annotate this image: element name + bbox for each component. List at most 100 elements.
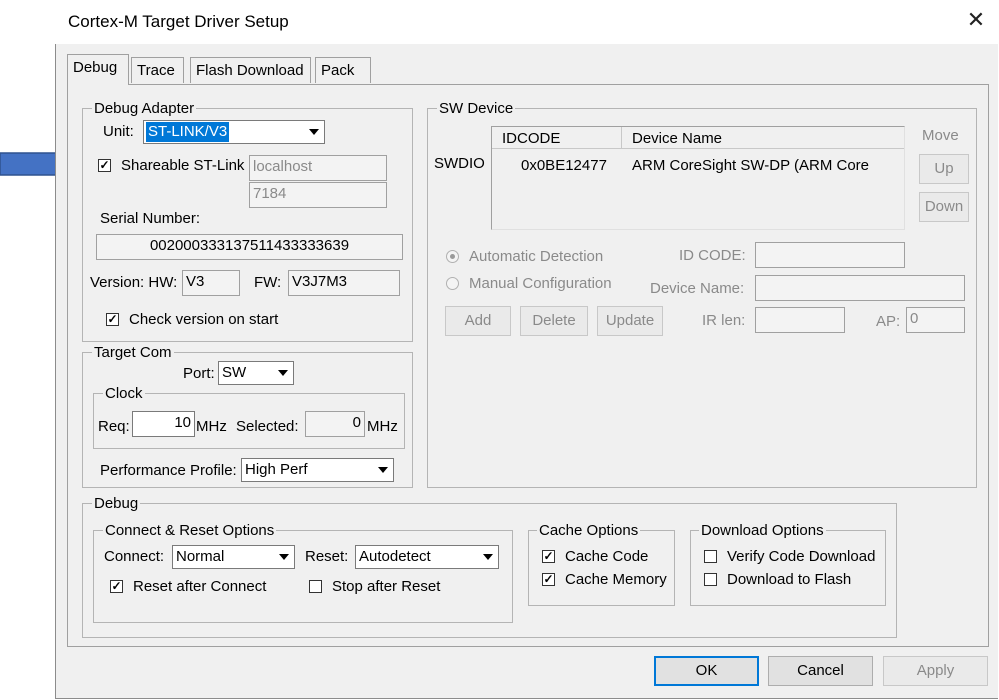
sw-device-legend: SW Device: [437, 100, 516, 118]
connect-label: Connect:: [104, 548, 165, 565]
reset-after-connect-label: Reset after Connect: [133, 578, 267, 595]
req-input[interactable]: 10: [132, 411, 195, 437]
connect-value: Normal: [176, 548, 225, 565]
tab-label: Pack: [321, 62, 355, 79]
connect-reset-group: [93, 530, 513, 623]
window-title: Cortex-M Target Driver Setup: [68, 12, 289, 31]
cache-options-group: [528, 530, 675, 606]
check-version-checkbox[interactable]: ✓: [106, 313, 119, 326]
stop-after-reset-label: Stop after Reset: [332, 578, 441, 595]
ap-field[interactable]: 0: [906, 307, 965, 333]
cache-options-legend: Cache Options: [537, 522, 641, 540]
id-code-field[interactable]: [755, 242, 905, 268]
add-button[interactable]: Add: [445, 306, 511, 336]
host-port-field[interactable]: 7184: [249, 182, 387, 208]
ok-button[interactable]: OK: [654, 656, 759, 686]
port-select[interactable]: SW: [218, 361, 294, 385]
row-idcode: 0x0BE12477: [521, 157, 607, 174]
download-options-group: [690, 530, 886, 606]
clock-legend: Clock: [103, 385, 145, 403]
debug-legend: Debug: [92, 495, 141, 513]
version-hw-label: Version: HW:: [90, 274, 178, 291]
shareable-checkbox[interactable]: ✓: [98, 159, 111, 172]
device-name-field[interactable]: [755, 275, 965, 301]
performance-profile-value: High Perf: [245, 461, 308, 478]
port-value: SW: [222, 364, 247, 381]
table-row[interactable]: 0x0BE12477 ARM CoreSight SW-DP (ARM Core: [492, 157, 904, 177]
serial-number-field: 002000333137511433333639: [96, 234, 403, 260]
move-up-button[interactable]: Up: [919, 154, 969, 184]
selected-field: 0: [305, 411, 365, 437]
download-to-flash-label: Download to Flash: [727, 571, 852, 588]
chevron-down-icon[interactable]: [478, 547, 497, 567]
hw-version-field: V3: [182, 270, 240, 296]
target-com-legend: Target Com: [92, 344, 174, 362]
chevron-down-icon[interactable]: [373, 460, 392, 480]
apply-button[interactable]: Apply: [883, 656, 988, 686]
delete-button[interactable]: Delete: [520, 306, 588, 336]
tab-pack[interactable]: Pack: [315, 57, 371, 83]
unit-select[interactable]: ST-LINK/V3: [143, 120, 325, 144]
automatic-detection-label: Automatic Detection: [469, 248, 604, 265]
req-label: Req:: [98, 418, 130, 435]
tab-label: Trace: [137, 62, 175, 79]
verify-code-download-label: Verify Code Download: [727, 548, 876, 565]
reset-value: Autodetect: [359, 548, 431, 565]
tab-flash-download[interactable]: Flash Download: [190, 57, 311, 83]
chevron-down-icon[interactable]: [274, 547, 293, 567]
fw-label: FW:: [254, 274, 282, 291]
swdio-label: SWDIO: [434, 155, 485, 172]
port-label: Port:: [183, 365, 215, 382]
tab-trace[interactable]: Trace: [131, 57, 184, 83]
stop-after-reset-checkbox[interactable]: [309, 580, 322, 593]
connect-reset-legend: Connect & Reset Options: [103, 522, 277, 540]
row-device-name: ARM CoreSight SW-DP (ARM Core: [632, 157, 869, 174]
cache-code-label: Cache Code: [565, 548, 649, 565]
tab-debug[interactable]: Debug: [67, 54, 129, 85]
update-button[interactable]: Update: [597, 306, 663, 336]
download-to-flash-checkbox[interactable]: [704, 573, 717, 586]
debug-adapter-legend: Debug Adapter: [92, 100, 197, 118]
reset-label: Reset:: [305, 548, 349, 565]
selected-unit-label: MHz: [367, 418, 398, 435]
manual-configuration-label: Manual Configuration: [469, 275, 612, 292]
chevron-down-icon[interactable]: [273, 363, 292, 383]
check-version-label: Check version on start: [129, 311, 279, 328]
column-header-label: IDCODE: [502, 130, 561, 147]
automatic-detection-radio[interactable]: [446, 250, 459, 263]
tab-label: Flash Download: [196, 62, 304, 79]
column-header-device-name[interactable]: Device Name: [622, 127, 904, 149]
cancel-button[interactable]: Cancel: [768, 656, 873, 686]
move-down-button[interactable]: Down: [919, 192, 969, 222]
tab-label: Debug: [73, 59, 118, 76]
cache-memory-label: Cache Memory: [565, 571, 667, 588]
close-icon[interactable]: ✕: [964, 8, 988, 32]
column-header-idcode[interactable]: IDCODE: [492, 127, 622, 149]
req-unit-label: MHz: [196, 418, 227, 435]
serial-number-label: Serial Number:: [100, 210, 201, 227]
verify-code-download-checkbox[interactable]: [704, 550, 717, 563]
shareable-label: Shareable ST-Link: [121, 157, 245, 174]
unit-label: Unit:: [103, 123, 134, 140]
connect-select[interactable]: Normal: [172, 545, 295, 569]
performance-profile-label: Performance Profile:: [100, 462, 237, 479]
chevron-down-icon[interactable]: [304, 122, 323, 142]
fw-version-field: V3J7M3: [288, 270, 400, 296]
download-options-legend: Download Options: [699, 522, 826, 540]
performance-profile-select[interactable]: High Perf: [241, 458, 394, 482]
device-name-label: Device Name:: [650, 280, 745, 297]
id-code-label: ID CODE:: [679, 247, 746, 264]
reset-after-connect-checkbox[interactable]: ✓: [110, 580, 123, 593]
ap-label: AP:: [876, 313, 901, 330]
ir-len-field[interactable]: [755, 307, 845, 333]
host-field[interactable]: localhost: [249, 155, 387, 181]
reset-select[interactable]: Autodetect: [355, 545, 499, 569]
selected-label: Selected:: [236, 418, 299, 435]
column-header-label: Device Name: [632, 130, 723, 147]
sw-device-table: IDCODE Device Name 0x0BE12477 ARM CoreSi…: [491, 126, 905, 230]
unit-value: ST-LINK/V3: [146, 122, 230, 142]
move-label: Move: [922, 127, 959, 144]
cache-memory-checkbox[interactable]: ✓: [542, 573, 555, 586]
cache-code-checkbox[interactable]: ✓: [542, 550, 555, 563]
manual-configuration-radio[interactable]: [446, 277, 459, 290]
